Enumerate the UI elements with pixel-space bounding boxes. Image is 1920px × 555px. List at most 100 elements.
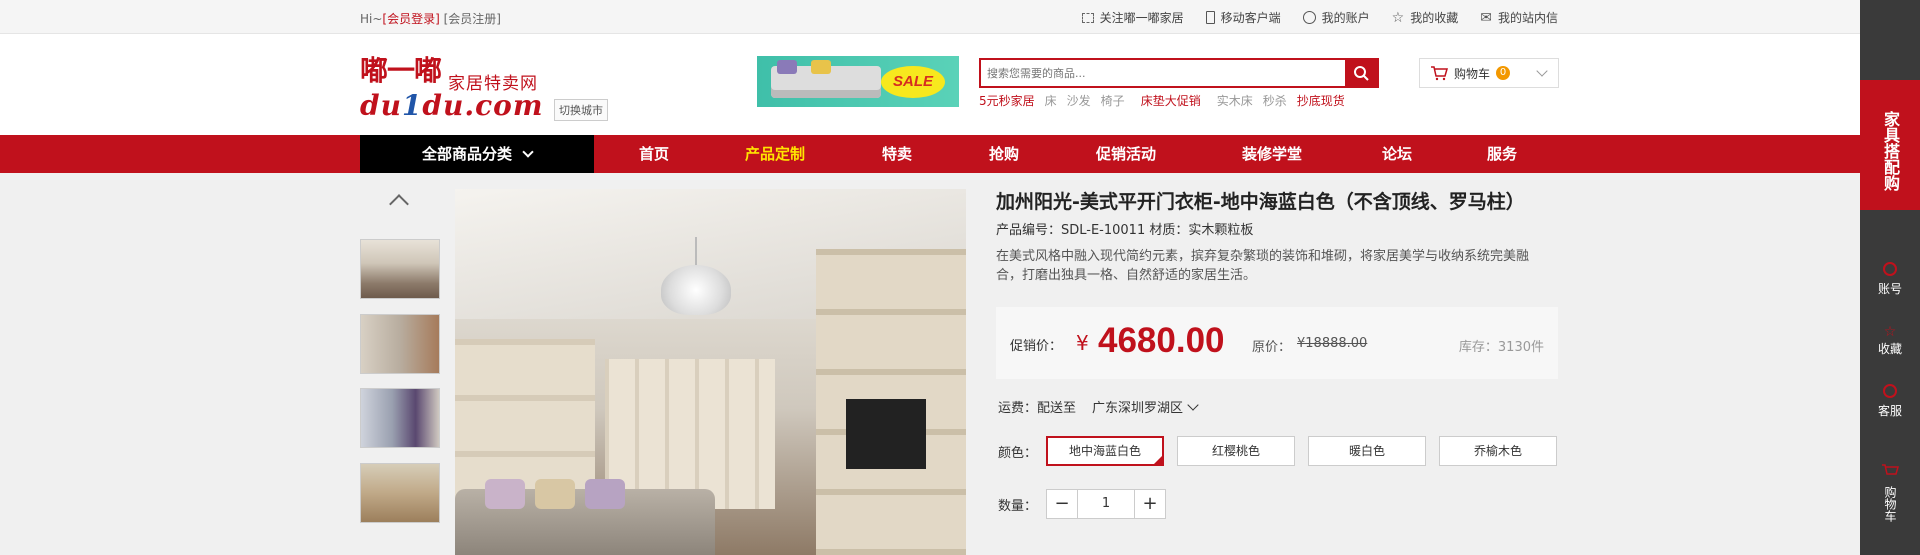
logo-cn: 嘟一嘟	[360, 54, 442, 87]
wine-cabinet	[605, 359, 775, 509]
top-link-messages[interactable]: ✉ 我的站内信	[1480, 9, 1558, 26]
decrease-button[interactable]: −	[1047, 490, 1077, 518]
color-option[interactable]: 地中海蓝白色	[1046, 436, 1164, 466]
product-description: 在美式风格中融入现代简约元素，摈弃复杂繁琐的装饰和堆砌，将家居美学与收纳系统完美…	[996, 249, 1530, 283]
nav-items: 首页 产品定制 特卖 抢购 促销活动 装修学堂 论坛 服务	[594, 135, 1552, 173]
nav-item-custom[interactable]: 产品定制	[714, 135, 836, 173]
top-link-label: 移动客户端	[1220, 11, 1281, 25]
sidebar-cart-label: 购物车	[1883, 486, 1897, 522]
original-price: ¥18888.00	[1297, 336, 1368, 351]
chevron-up-icon[interactable]	[389, 194, 409, 214]
chevron-down-icon	[522, 146, 534, 158]
all-categories-button[interactable]: 全部商品分类	[360, 135, 594, 173]
top-link-account[interactable]: 我的账户	[1302, 9, 1370, 26]
color-option[interactable]: 暖白色	[1308, 436, 1426, 466]
hotword[interactable]: 5元秒家居	[979, 92, 1035, 109]
login-link[interactable]: [会员登录]	[382, 12, 439, 26]
nav-item-flash[interactable]: 抢购	[958, 135, 1050, 173]
stock-count: 库存：3130件	[1458, 340, 1544, 355]
top-link-subscribe[interactable]: 关注嘟一嘟家居	[1081, 9, 1184, 26]
product-code: 产品编号：SDL-E-10011 材质：实木颗粒板	[996, 223, 1254, 238]
top-link-label: 我的收藏	[1410, 11, 1459, 25]
all-categories-label: 全部商品分类	[421, 145, 512, 163]
pillow	[535, 479, 575, 509]
account-icon	[1883, 262, 1897, 276]
login-links: Hi~[会员登录] [会员注册]	[360, 10, 501, 27]
hotword[interactable]: 椅子	[1101, 92, 1125, 109]
nav-item-sale[interactable]: 特卖	[836, 135, 958, 173]
user-icon	[1302, 11, 1316, 24]
nav-item-service[interactable]: 服务	[1452, 135, 1552, 173]
chandelier	[651, 237, 741, 317]
shipping-label: 运费：配送至	[998, 401, 1077, 416]
hotword[interactable]: 抄底现货	[1297, 92, 1345, 109]
hotword[interactable]: 沙发	[1067, 92, 1091, 109]
product-title: 加州阳光-美式平开门衣柜-地中海蓝白色（不含顶线、罗马柱）	[996, 191, 1525, 213]
thumbnail[interactable]	[360, 314, 440, 374]
top-link-mobile[interactable]: 移动客户端	[1205, 9, 1281, 26]
hotword[interactable]: 实木床	[1217, 92, 1253, 109]
cart-icon	[1882, 464, 1899, 475]
sidebar-account[interactable]: 账号	[1860, 262, 1920, 297]
thumbnail[interactable]	[360, 463, 440, 523]
top-link-label: 我的站内信	[1497, 11, 1558, 25]
hot-keywords: 5元秒家居 床 沙发 椅子 床垫大促销 实木床 秒杀 抄底现货	[979, 92, 1345, 109]
right-sidebar: 家具搭配购 账号 ☆ 收藏 客服 购物车	[1860, 0, 1920, 555]
sidebar-favorite[interactable]: ☆ 收藏	[1860, 324, 1920, 357]
register-link[interactable]: [会员注册]	[444, 12, 501, 26]
product-area: 加州阳光-美式平开门衣柜-地中海蓝白色（不含顶线、罗马柱） 产品编号：SDL-E…	[0, 173, 1860, 555]
mobile-icon	[1205, 11, 1215, 24]
shipping-region-select[interactable]: 广东深圳罗湖区	[1092, 397, 1199, 416]
furniture-combo-button[interactable]: 家具搭配购	[1860, 80, 1920, 210]
top-links: 关注嘟一嘟家居 移动客户端 我的账户 ☆ 我的收藏 ✉ 我的站内信	[1081, 9, 1558, 26]
sale-badge: SALE	[881, 66, 945, 98]
greeting: Hi~	[360, 12, 383, 26]
color-option[interactable]: 乔榆木色	[1439, 436, 1557, 466]
search-icon	[1354, 66, 1369, 81]
search-input[interactable]	[981, 60, 1347, 86]
nav-item-promotions[interactable]: 促销活动	[1050, 135, 1202, 173]
promo-price: 4680.00	[1098, 321, 1225, 360]
shipping-row: 运费：配送至 广东深圳罗湖区	[998, 397, 1199, 416]
quantity-row: 数量： − 1 +	[998, 489, 1166, 519]
hotword[interactable]: 床	[1045, 92, 1057, 109]
nav-item-decor-school[interactable]: 装修学堂	[1202, 135, 1342, 173]
sidebar-label: 账号	[1877, 282, 1902, 296]
star-icon: ☆	[1391, 9, 1405, 26]
quantity-label: 数量：	[998, 498, 1038, 514]
sidebar-cart[interactable]: 购物车	[1860, 463, 1920, 522]
sidebar-service[interactable]: 客服	[1860, 384, 1920, 419]
quantity-input[interactable]: 1	[1077, 490, 1135, 518]
search-button[interactable]	[1345, 60, 1377, 86]
nav-item-home[interactable]: 首页	[594, 135, 714, 173]
sale-banner[interactable]: SALE	[757, 56, 959, 107]
color-options: 颜色： 地中海蓝白色 红樱桃色 暖白色 乔榆木色	[998, 436, 1557, 466]
header: 嘟一嘟 家居特卖网 du1du.com 切换城市 SALE 5元秒家居 床 沙发…	[0, 35, 1860, 135]
main-nav: 全部商品分类 首页 产品定制 特卖 抢购 促销活动 装修学堂 论坛 服务	[0, 135, 1860, 173]
pillow	[485, 479, 525, 509]
top-bar: Hi~[会员登录] [会员注册] 关注嘟一嘟家居 移动客户端 我的账户 ☆ 我的收…	[0, 0, 1860, 34]
thumbnail[interactable]	[360, 388, 440, 448]
main-product-image[interactable]	[455, 189, 966, 555]
chevron-down-icon	[1536, 65, 1548, 77]
thumbnail[interactable]	[360, 239, 440, 299]
pillow	[585, 479, 625, 509]
price-box: 促销价： ¥ 4680.00 原价： ¥18888.00 库存：3130件	[996, 307, 1558, 379]
increase-button[interactable]: +	[1135, 490, 1165, 518]
top-link-favorites[interactable]: ☆ 我的收藏	[1392, 9, 1459, 26]
search-box	[979, 58, 1379, 88]
color-option[interactable]: 红樱桃色	[1177, 436, 1295, 466]
hotword[interactable]: 秒杀	[1263, 92, 1287, 109]
city-switch-button[interactable]: 切换城市	[554, 99, 608, 121]
mail-icon: ✉	[1480, 9, 1492, 26]
sofa-image	[771, 60, 881, 98]
currency-symbol: ¥	[1076, 331, 1089, 355]
nav-item-forum[interactable]: 论坛	[1342, 135, 1452, 173]
favorite-icon: ☆	[1883, 324, 1897, 340]
cart-button[interactable]: 购物车 0	[1419, 58, 1559, 88]
original-price-label: 原价：	[1252, 340, 1292, 355]
hotword[interactable]: 床垫大促销	[1141, 92, 1201, 109]
service-icon	[1883, 384, 1897, 398]
site-logo[interactable]: 嘟一嘟 家居特卖网 du1du.com 切换城市	[360, 49, 620, 122]
top-link-label: 关注嘟一嘟家居	[1099, 11, 1184, 25]
